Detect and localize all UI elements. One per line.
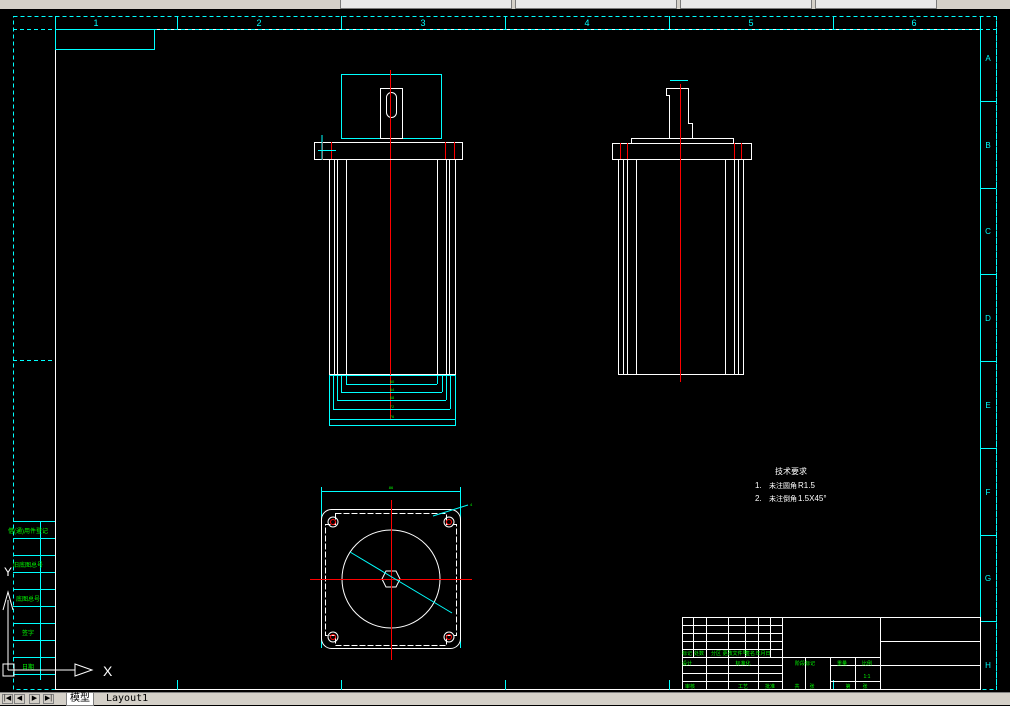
row-label-A: A: [985, 54, 991, 63]
top-dim-box: [341, 74, 442, 139]
row-label-B: B: [985, 141, 990, 150]
layer-dropdown[interactable]: [340, 0, 512, 9]
bottom-view: 86 4: [310, 485, 473, 660]
mount-hole-2: [327, 631, 339, 643]
tb-row2-2: 标准化: [735, 660, 750, 667]
last-tab-button[interactable]: ▶|: [43, 694, 54, 704]
tech-req-value-2: 1.5X45°: [798, 494, 827, 503]
shaft-slot: [386, 92, 397, 118]
row-label-F: F: [986, 488, 991, 497]
tb-row3-6: 第: [845, 683, 850, 690]
tb-row3-4: 共: [794, 683, 799, 690]
tech-req-value-1: R1.5: [798, 481, 815, 490]
corner-box: [55, 29, 155, 50]
row-label-E: E: [985, 401, 990, 410]
color-dropdown[interactable]: [515, 0, 677, 9]
left-strip-label-3: 签字: [22, 629, 34, 637]
row-label-C: C: [985, 227, 991, 236]
tb-row3-3: 批准: [765, 683, 775, 690]
tech-req-label-2: 未注倒角: [769, 494, 797, 503]
tb-row1-3: 更改文件号: [722, 650, 747, 657]
ucs-x-label: X: [103, 663, 113, 679]
column-label-6: 6: [911, 18, 916, 28]
left-strip-label-1: 旧底图总号: [13, 561, 43, 569]
title-block: 标记 处数 分区 更改文件号签名 年月日设计 标准化 阶段标记 重量 比例 1:1 审核 工艺 批准 共 张…: [682, 617, 981, 690]
layout-tab-bar: |◀ ◀ ▶ ▶| 模型 Layout1: [0, 692, 1010, 706]
tech-req-num-2: 2.: [755, 494, 762, 503]
column-label-1: 1: [93, 18, 98, 28]
outer-sheet-border: [13, 16, 997, 690]
row-label-G: G: [985, 574, 991, 583]
prev-tab-button[interactable]: ◀: [14, 694, 25, 704]
inner-frame: [55, 29, 981, 690]
mount-hole-1: [443, 516, 455, 528]
tb-row1-4: 签名: [745, 650, 755, 657]
tech-req-label-1: 未注圆角: [769, 481, 797, 490]
column-label-4: 4: [584, 18, 589, 28]
bottom-diag-dim: 4: [470, 502, 473, 507]
tb-row3-7: 张: [862, 683, 867, 690]
tb-scale: 1:1: [864, 674, 871, 680]
technical-requirements: 技术要求 1. 未注圆角 R1.5 2. 未注倒角 1.5X45°: [755, 466, 827, 503]
tb-row1-5: 年月日: [755, 650, 770, 657]
tb-row2-0: 设计: [682, 660, 692, 667]
tab-model[interactable]: 模型: [66, 693, 94, 706]
tb-row2-4: 阶段标记: [795, 660, 815, 667]
tb-row2-5: 重量: [837, 660, 847, 667]
first-tab-button[interactable]: |◀: [2, 694, 13, 704]
row-label-H: H: [985, 661, 991, 670]
next-tab-button[interactable]: ▶: [29, 694, 40, 704]
tb-row3-5: 张: [809, 683, 814, 690]
side-flange: [612, 143, 752, 160]
mount-hole-3: [443, 631, 455, 643]
front-flange: [314, 142, 463, 160]
tech-req-num-1: 1.: [755, 481, 762, 490]
mount-hole-0: [327, 516, 339, 528]
tab-layout1[interactable]: Layout1: [103, 693, 151, 705]
shaft-key: [380, 88, 403, 139]
tb-row3-2: 工艺: [738, 684, 748, 690]
column-label-3: 3: [420, 18, 425, 28]
front-dim-2: 68: [390, 395, 395, 400]
front-dim-0: 60: [390, 379, 395, 384]
side-shaft: [666, 88, 693, 139]
tb-row1-0: 标记: [682, 650, 692, 657]
tech-req-title: 技术要求: [775, 466, 807, 476]
tb-row1-2: 分区: [711, 650, 721, 657]
tb-row1-1: 处数: [694, 650, 704, 657]
ucs-icon: X Y: [2, 565, 113, 679]
ucs-y-label: Y: [4, 565, 12, 579]
side-view: [612, 80, 752, 382]
front-dim-3: 72: [390, 404, 395, 409]
front-view: 60 64 68 72 76: [314, 70, 463, 426]
left-strip-label-0: 借(通)用件登记: [8, 527, 48, 535]
front-dim-4: 76: [390, 414, 395, 419]
drawing-canvas[interactable]: 1 2 3 4 5 6ABCDEFGH 借(通)用件登记旧底图总号底图总号签字日期 606…: [0, 9, 1010, 692]
left-strip-label-2: 底图总号: [16, 595, 40, 603]
linetype-dropdown[interactable]: [680, 0, 812, 9]
tb-row3-0: 审核: [685, 683, 695, 690]
column-label-2: 2: [256, 18, 261, 28]
tb-row2-6: 比例: [862, 660, 872, 667]
front-body: [329, 159, 456, 375]
column-label-5: 5: [748, 18, 753, 28]
bottom-width-dim: 86: [389, 485, 394, 490]
toolbar-strip: [0, 0, 1010, 9]
front-dim-1: 64: [390, 387, 395, 392]
row-label-D: D: [985, 314, 991, 323]
lineweight-dropdown[interactable]: [815, 0, 937, 9]
left-record-strip: 借(通)用件登记旧底图总号底图总号签字日期: [8, 521, 55, 675]
